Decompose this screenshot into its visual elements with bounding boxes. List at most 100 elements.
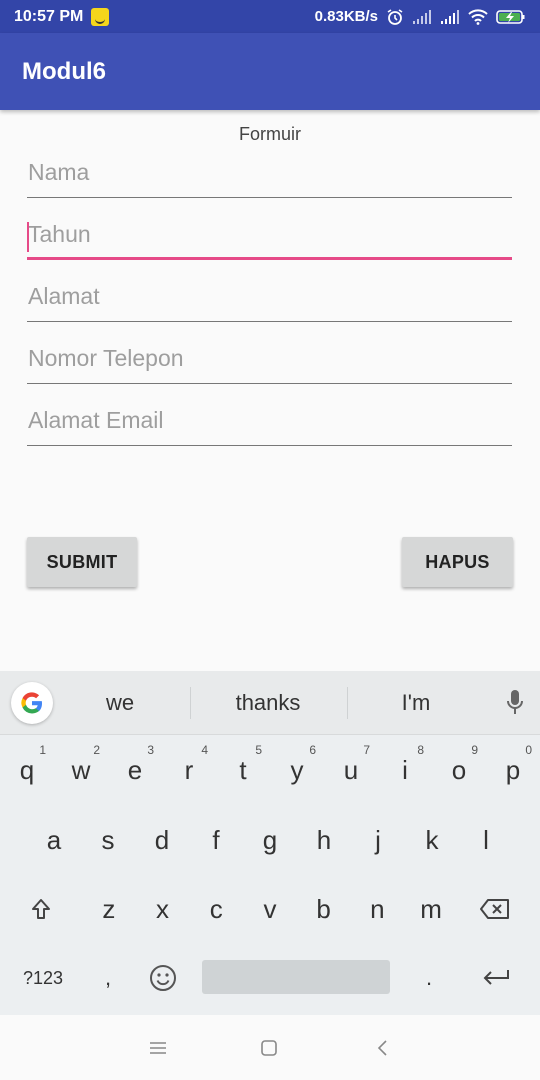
key-7[interactable]: i8 <box>378 735 432 805</box>
status-time: 10:57 PM <box>14 7 84 25</box>
key-4[interactable]: g <box>243 805 297 875</box>
key-letter: b <box>316 893 331 924</box>
form-title: Formuir <box>239 124 301 144</box>
key-5[interactable]: n <box>351 874 405 944</box>
space-key[interactable] <box>202 960 390 994</box>
key-2[interactable]: e3 <box>108 735 162 805</box>
key-hint: 7 <box>363 743 370 757</box>
key-letter: p <box>505 754 521 785</box>
enter-key-icon[interactable] <box>462 943 530 1013</box>
keyboard-row-2: asd f g h jkl <box>0 805 540 875</box>
key-4[interactable]: t5 <box>216 735 270 805</box>
nomor-telepon-field[interactable] <box>27 334 512 384</box>
key-hint: 5 <box>255 743 262 757</box>
home-nav-icon[interactable] <box>256 1035 282 1061</box>
keyboard-row-3: z x cvbnm <box>0 874 540 944</box>
key-3[interactable]: f <box>189 805 243 875</box>
alamat-email-field[interactable] <box>27 396 512 446</box>
key-8[interactable]: o9 <box>432 735 486 805</box>
back-nav-icon[interactable] <box>370 1035 396 1061</box>
text-cursor <box>27 222 29 252</box>
shift-key-icon[interactable] <box>10 874 72 944</box>
comma-key[interactable]: , <box>80 943 136 1013</box>
key-letter: d <box>154 824 170 855</box>
nomor-telepon-input[interactable] <box>27 334 512 382</box>
signal-icon <box>441 9 459 24</box>
key-3[interactable]: v <box>243 874 297 944</box>
hapus-button[interactable]: HAPUS <box>402 537 513 587</box>
signal-weak-icon <box>413 9 431 24</box>
key-1[interactable]: x <box>136 874 190 944</box>
key-letter: e <box>127 754 143 785</box>
alamat-input[interactable] <box>27 272 512 320</box>
alamat-field[interactable] <box>27 272 512 322</box>
alamat-email-input[interactable] <box>27 396 512 444</box>
key-9[interactable]: p0 <box>486 735 540 805</box>
key-0[interactable]: q1 <box>0 735 54 805</box>
key-2[interactable]: c <box>189 874 243 944</box>
mic-icon[interactable] <box>506 689 524 722</box>
backspace-key-icon[interactable] <box>460 874 530 944</box>
suggestion-divider <box>347 687 348 719</box>
period-key[interactable]: . <box>402 943 456 1013</box>
key-letter: m <box>420 893 442 924</box>
symbols-key[interactable]: ?123 <box>6 943 80 1013</box>
key-letter: w <box>71 754 91 785</box>
key-letter: x <box>156 893 170 924</box>
soft-keyboard: we thanks I'm q1w2e3r4t5y6u7i8o9p0 asdfg… <box>0 671 540 1015</box>
key-letter: y <box>290 754 304 785</box>
key-letter: z <box>102 893 116 924</box>
key-3[interactable]: r4 <box>162 735 216 805</box>
nama-input[interactable] <box>27 148 512 196</box>
key-7[interactable]: k <box>405 805 459 875</box>
menu-nav-icon[interactable] <box>145 1035 171 1061</box>
key-hint: 9 <box>471 743 478 757</box>
suggestion-2[interactable]: thanks <box>195 671 341 735</box>
key-letter: g <box>262 824 278 855</box>
key-6[interactable]: j <box>351 805 405 875</box>
key-6[interactable]: m <box>404 874 458 944</box>
key-5[interactable]: y6 <box>270 735 324 805</box>
key-0[interactable]: a <box>27 805 81 875</box>
key-letter: r <box>184 754 194 785</box>
key-hint: 2 <box>93 743 100 757</box>
google-icon[interactable] <box>11 682 53 724</box>
key-letter: j <box>375 824 381 855</box>
notification-emoji-icon <box>91 7 110 26</box>
key-2[interactable]: d <box>135 805 189 875</box>
key-letter: u <box>343 754 359 785</box>
key-letter: h <box>316 824 332 855</box>
key-letter: i <box>402 754 408 785</box>
key-hint: 6 <box>309 743 316 757</box>
key-letter: a <box>46 824 62 855</box>
alarm-icon <box>387 8 403 25</box>
key-hint: 8 <box>417 743 424 757</box>
key-hint: 3 <box>147 743 154 757</box>
suggestion-3[interactable]: I'm <box>352 671 480 735</box>
key-6[interactable]: u7 <box>324 735 378 805</box>
key-5[interactable]: h <box>297 805 351 875</box>
status-bar: 10:57 PM 0.83KB/s <box>0 0 540 33</box>
nama-field[interactable] <box>27 148 512 198</box>
key-letter: l <box>483 824 489 855</box>
keyboard-row-4: ?123 , . <box>0 943 540 1013</box>
key-1[interactable]: w2 <box>54 735 108 805</box>
tahun-input[interactable] <box>27 210 512 258</box>
key-0[interactable]: z <box>82 874 136 944</box>
keyboard-row-1: q1w2e3r4t5y6u7i8o9p0 <box>0 735 540 805</box>
tahun-field[interactable] <box>27 210 512 260</box>
key-letter: t <box>239 754 247 785</box>
key-letter: o <box>451 754 467 785</box>
key-letter: c <box>209 893 223 924</box>
wifi-icon <box>468 8 488 25</box>
suggestion-1[interactable]: we <box>60 671 180 735</box>
key-hint: 4 <box>201 743 208 757</box>
key-letter: f <box>212 824 220 855</box>
submit-button[interactable]: SUBMIT <box>27 537 137 587</box>
key-8[interactable]: l <box>459 805 513 875</box>
key-hint: 1 <box>39 743 46 757</box>
key-4[interactable]: b <box>297 874 351 944</box>
key-1[interactable]: s <box>81 805 135 875</box>
app-bar: Modul6 <box>0 33 540 110</box>
emoji-key-icon[interactable] <box>136 943 190 1013</box>
